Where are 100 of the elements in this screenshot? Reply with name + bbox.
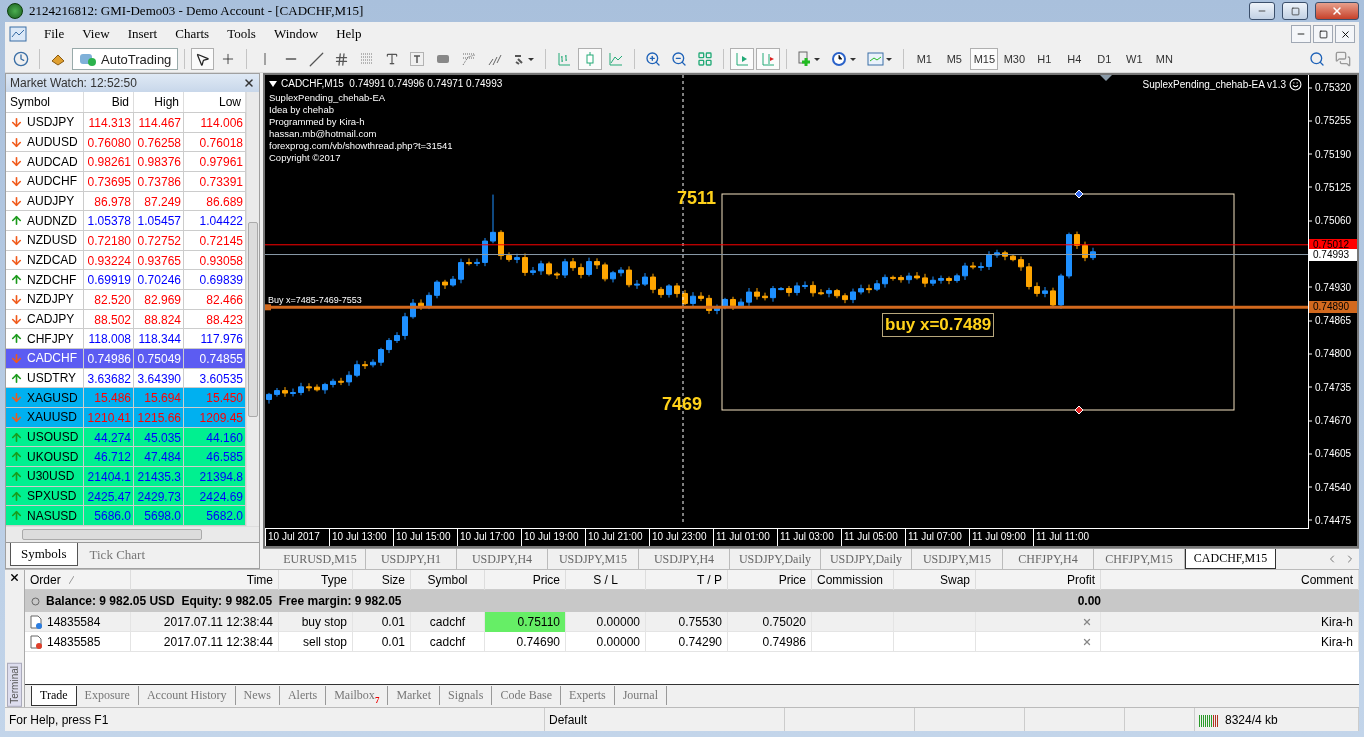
timeframe-button[interactable]: MN (1150, 48, 1179, 70)
terminal-tab[interactable]: Code Base (492, 686, 562, 705)
terminal-tab[interactable]: Trade (31, 686, 77, 706)
bid-price: 0.74986 (84, 349, 134, 369)
close-button[interactable] (1335, 25, 1355, 43)
order-number: 14835585 (47, 635, 101, 649)
price-tick-label: 0.74475 (1309, 514, 1352, 526)
order-price: 0.74690 (485, 632, 566, 652)
order-type: sell stop (279, 632, 353, 652)
order-document-icon (29, 635, 43, 649)
bid-price: 82.520 (84, 290, 134, 310)
symbol-row[interactable]: USDJPY 114.313 114.467 114.006 (6, 113, 246, 133)
menu-item[interactable]: Charts (166, 24, 219, 44)
column-header[interactable]: Symbol (6, 92, 84, 112)
upper-level-label: 7511 (677, 188, 717, 209)
dropdown-triangle-icon[interactable] (269, 80, 277, 87)
order-row[interactable]: 14835585 2017.07.11 12:38:44 sell stop 0.01 cadchf 0.74690 0.00000 0.74290 0.74986 Kira-h (25, 632, 1359, 652)
symbol-name: AUDCAD (27, 154, 78, 169)
symbol-name: UKOUSD (27, 449, 79, 464)
symbol-row[interactable]: AUDCAD 0.98261 0.98376 0.97961 (6, 152, 246, 172)
close-icon[interactable] (243, 77, 255, 89)
symbol-name: NZDCAD (27, 253, 77, 268)
timeframe-button[interactable]: H1 (1030, 48, 1059, 70)
panel-tab[interactable]: Symbols (10, 543, 78, 566)
up-arrow-icon (10, 430, 23, 444)
circle-icon (31, 596, 40, 606)
chart-tab[interactable]: CADCHF,M15 (1185, 549, 1276, 569)
symbol-row[interactable]: XAGUSD 15.486 15.694 15.450 (6, 388, 246, 409)
timeframe-button[interactable]: D1 (1090, 48, 1119, 70)
column-header[interactable]: High (134, 92, 184, 112)
timeframe-button[interactable]: M1 (910, 48, 939, 70)
symbol-row[interactable]: XAUUSD 1210.41 1215.66 1209.45 (6, 408, 246, 428)
menu-item[interactable]: Window (264, 24, 328, 44)
menu-item[interactable]: Insert (118, 24, 167, 44)
terminal-tab[interactable]: Journal (614, 686, 667, 705)
close-order-icon[interactable] (1082, 637, 1092, 647)
symbol-row[interactable]: U30USD 21404.1 21435.3 21394.8 (6, 467, 246, 487)
high-price: 82.969 (134, 290, 184, 310)
symbol-row[interactable]: CADJPY 88.502 88.824 88.423 (6, 309, 246, 330)
time-axis-label: 11 Jul 01:00 (713, 529, 777, 546)
symbol-row[interactable]: SPXUSD 2425.47 2429.73 2424.69 (6, 486, 246, 507)
sort-icon (68, 576, 74, 584)
close-order-icon[interactable] (1082, 617, 1092, 627)
symbol-row[interactable]: AUDUSD 0.76080 0.76258 0.76018 (6, 132, 246, 153)
candlestick-chart-icon[interactable] (578, 48, 603, 70)
symbol-row[interactable]: AUDNZD 1.05378 1.05457 1.04422 (6, 211, 246, 232)
panel-tab[interactable]: Tick Chart (79, 544, 155, 566)
maximize-button[interactable] (1282, 2, 1308, 20)
minimize-button[interactable] (1249, 2, 1275, 20)
time-axis-label: 10 Jul 13:00 (329, 529, 393, 546)
timeframe-button[interactable]: M15 (970, 48, 999, 70)
terminal-tab[interactable]: Alerts (279, 686, 327, 705)
symbol-row[interactable]: CHFJPY 118.008 118.344 117.976 (6, 329, 246, 350)
chart-symbol-header: CADCHF,M15 0.74991 0.74996 0.74971 0.74993 (281, 78, 503, 89)
order-row[interactable]: 14835584 2017.07.11 12:38:44 buy stop 0.01 cadchf 0.75110 0.00000 0.75530 0.75020 Kira-h (25, 612, 1359, 632)
timeframe-button[interactable]: M5 (940, 48, 969, 70)
restore-button[interactable] (1313, 25, 1333, 43)
horizontal-scrollbar[interactable] (6, 526, 259, 542)
menu-item[interactable]: File (35, 24, 74, 44)
terminal-tab[interactable]: Market (388, 686, 441, 705)
chart-shift-icon[interactable] (756, 48, 781, 70)
menu-item[interactable]: Help (327, 24, 371, 44)
symbol-row[interactable]: NZDUSD 0.72180 0.72752 0.72145 (6, 231, 246, 251)
terminal-tab[interactable]: Experts (561, 686, 615, 705)
bid-price: 0.73695 (84, 172, 134, 192)
menu-item[interactable]: View (73, 24, 119, 44)
symbol-row[interactable]: AUDJPY 86.978 87.249 86.689 (6, 191, 246, 212)
auto-scroll-icon[interactable] (730, 48, 755, 70)
cursor-icon[interactable] (191, 48, 215, 70)
symbol-row[interactable]: NZDJPY 82.520 82.969 82.466 (6, 290, 246, 310)
symbol-row[interactable]: AUDCHF 0.73695 0.73786 0.73391 (6, 172, 246, 192)
symbol-name: AUDNZD (27, 213, 77, 228)
timeframe-button[interactable]: M30 (1000, 48, 1029, 70)
terminal-tab[interactable]: Exposure (76, 686, 139, 705)
time-axis-label: 10 Jul 21:00 (585, 529, 649, 546)
price-tick-label: 0.75060 (1309, 214, 1352, 226)
symbol-row[interactable]: NASUSD 5686.0 5698.0 5682.0 (6, 506, 246, 526)
timeframe-button[interactable]: W1 (1120, 48, 1149, 70)
column-header[interactable]: Bid (84, 92, 134, 112)
terminal-tab[interactable]: Signals (440, 686, 493, 705)
time-axis-label: 10 Jul 15:00 (393, 529, 457, 546)
symbol-row[interactable]: NZDCHF 0.69919 0.70246 0.69839 (6, 270, 246, 291)
status-help-text: For Help, press F1 (9, 712, 109, 727)
close-icon[interactable] (9, 572, 20, 583)
symbol-row[interactable]: USDTRY 3.63682 3.64390 3.60535 (6, 368, 246, 389)
up-arrow-icon (10, 214, 23, 228)
symbol-row[interactable]: USOUSD 44.274 45.035 44.160 (6, 427, 246, 448)
symbol-row[interactable]: UKOUSD 46.712 47.484 46.585 (6, 447, 246, 468)
autotrading-button[interactable]: AutoTrading (72, 48, 179, 70)
terminal-tab[interactable]: Mailbox$_{7}$ (326, 686, 389, 705)
vertical-scrollbar[interactable] (246, 92, 259, 526)
menu-item[interactable]: Tools (218, 24, 265, 44)
terminal-tab[interactable]: Account History (138, 686, 236, 705)
up-arrow-icon (10, 509, 23, 523)
timeframe-button[interactable]: H4 (1060, 48, 1089, 70)
terminal-tab[interactable]: News (235, 686, 280, 705)
symbol-name: USDJPY (27, 115, 75, 130)
symbol-row[interactable]: NZDCAD 0.93224 0.93765 0.93058 (6, 250, 246, 271)
time-axis-label: 11 Jul 11:00 (1033, 529, 1097, 546)
symbol-row[interactable]: CADCHF 0.74986 0.75049 0.74855 (6, 349, 246, 369)
